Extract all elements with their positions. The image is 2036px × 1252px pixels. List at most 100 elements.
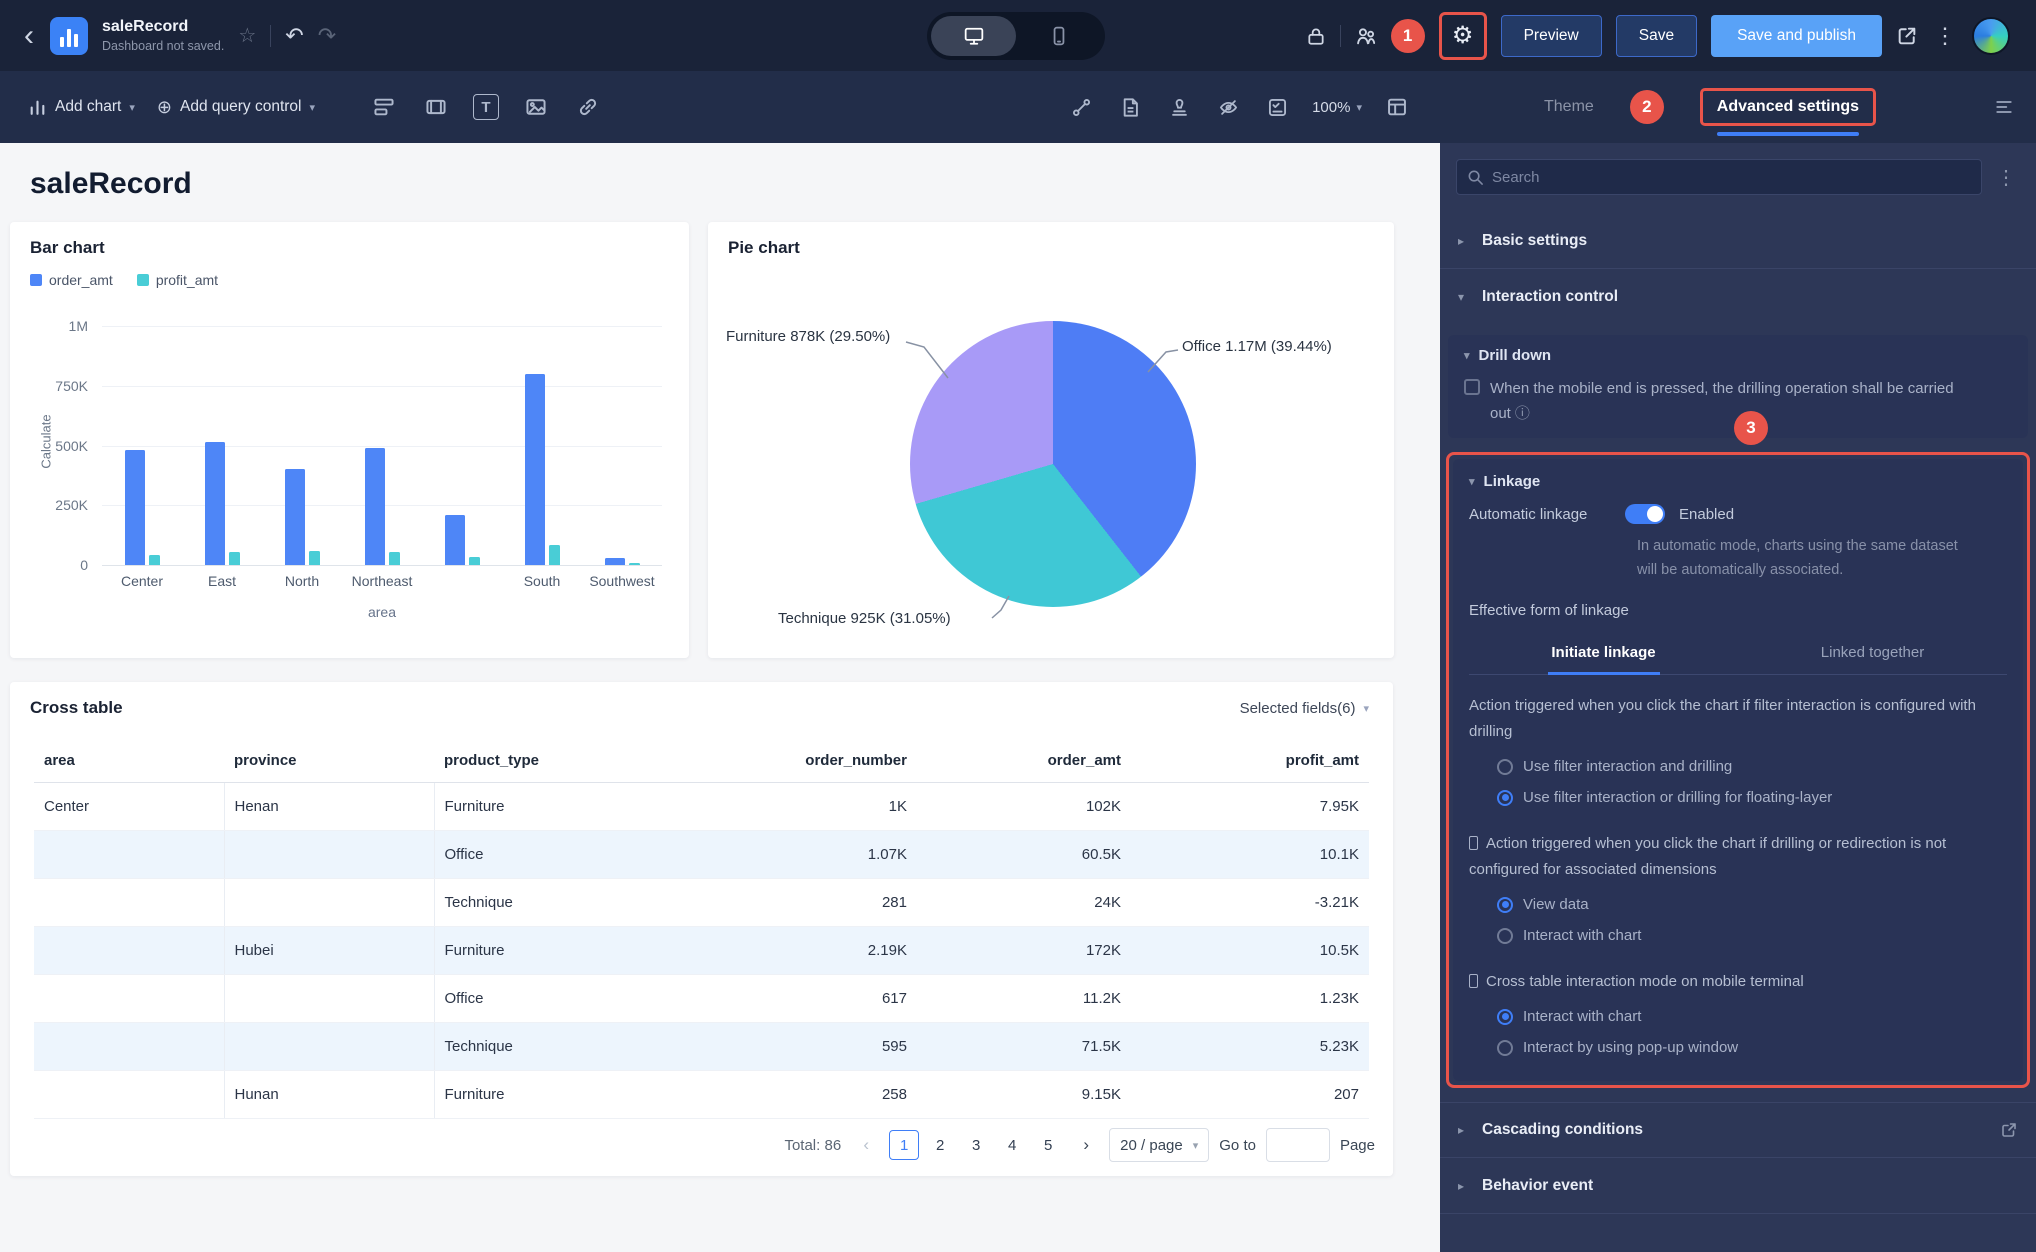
table-cell[interactable]: Technique xyxy=(434,878,644,926)
table-cell[interactable]: Technique xyxy=(434,1022,644,1070)
drill-down-header[interactable]: ▾ Drill down xyxy=(1464,347,2012,364)
link-icon[interactable] xyxy=(573,92,603,122)
drill-mobile-checkbox[interactable] xyxy=(1464,379,1480,395)
bar[interactable] xyxy=(205,442,225,565)
stamp-icon[interactable] xyxy=(1165,93,1194,122)
bar-chart-card[interactable]: Bar chart order_amtprofit_amt Calculate … xyxy=(10,222,689,658)
tab-linked-together[interactable]: Linked together xyxy=(1738,633,2007,674)
relation-icon[interactable] xyxy=(1067,93,1096,122)
table-cell[interactable]: 617 xyxy=(644,974,917,1022)
table-cell[interactable]: 24K xyxy=(917,878,1131,926)
table-cell[interactable] xyxy=(224,1022,434,1070)
section-basic-settings[interactable]: ▸ Basic settings xyxy=(1440,213,2036,269)
checklist-icon[interactable] xyxy=(1263,93,1292,122)
pie-chart-card[interactable]: Pie chart Furniture 878K (29.50%) Office… xyxy=(708,222,1394,658)
back-icon[interactable]: ‹ xyxy=(22,21,36,51)
preview-button[interactable]: Preview xyxy=(1501,15,1602,57)
table-cell[interactable]: Furniture xyxy=(434,1070,644,1118)
table-cell[interactable]: 10.1K xyxy=(1131,830,1369,878)
section-behavior-event[interactable]: ▸ Behavior event xyxy=(1440,1158,2036,1214)
bar[interactable] xyxy=(445,515,465,565)
legend-item[interactable]: order_amt xyxy=(30,272,113,288)
table-cell[interactable]: Office xyxy=(434,974,644,1022)
table-cell[interactable]: 281 xyxy=(644,878,917,926)
bar[interactable] xyxy=(125,450,145,565)
bar[interactable] xyxy=(149,555,160,565)
table-cell[interactable]: 11.2K xyxy=(917,974,1131,1022)
save-button[interactable]: Save xyxy=(1616,15,1697,57)
bar[interactable] xyxy=(309,551,320,565)
bar[interactable] xyxy=(629,563,640,565)
table-cell[interactable]: 9.15K xyxy=(917,1070,1131,1118)
table-cell[interactable]: 102K xyxy=(917,782,1131,830)
save-publish-button[interactable]: Save and publish xyxy=(1711,15,1882,57)
text-icon[interactable]: T xyxy=(473,94,499,120)
page-button[interactable]: 5 xyxy=(1033,1130,1063,1160)
table-cell[interactable]: -3.21K xyxy=(1131,878,1369,926)
bar[interactable] xyxy=(549,545,560,565)
table-cell[interactable]: Center xyxy=(34,782,224,830)
radio-option[interactable]: Interact with chart xyxy=(1469,920,2007,951)
page-button[interactable]: 1 xyxy=(889,1130,919,1160)
table-cell[interactable]: Hubei xyxy=(224,926,434,974)
page-button[interactable]: 3 xyxy=(961,1130,991,1160)
table-cell[interactable]: 595 xyxy=(644,1022,917,1070)
image-icon[interactable] xyxy=(521,92,551,122)
column-header[interactable]: product_type xyxy=(434,740,644,782)
tab-advanced-settings[interactable]: Advanced settings xyxy=(1717,98,1859,115)
selected-fields-dropdown[interactable]: Selected fields(6) ▾ xyxy=(1240,700,1369,717)
table-cell[interactable]: Furniture xyxy=(434,782,644,830)
table-cell[interactable] xyxy=(34,878,224,926)
radio-option[interactable]: Use filter interaction and drilling xyxy=(1469,751,2007,782)
linkage-header[interactable]: ▾ Linkage xyxy=(1469,473,2007,490)
preview-off-icon[interactable] xyxy=(1214,93,1243,122)
radio-option[interactable]: View data xyxy=(1469,889,2007,920)
table-cell[interactable]: Furniture xyxy=(434,926,644,974)
table-cell[interactable]: 172K xyxy=(917,926,1131,974)
column-header[interactable]: province xyxy=(224,740,434,782)
section-cascading-conditions[interactable]: ▸ Cascading conditions xyxy=(1440,1102,2036,1158)
layout-icon[interactable] xyxy=(369,92,399,122)
table-cell[interactable]: 7.95K xyxy=(1131,782,1369,830)
external-link-icon[interactable] xyxy=(2000,1121,2018,1139)
zoom-control[interactable]: 100% ▾ xyxy=(1312,99,1362,116)
tab-initiate-linkage[interactable]: Initiate linkage xyxy=(1469,633,1738,674)
page-button[interactable]: 2 xyxy=(925,1130,955,1160)
undo-icon[interactable]: ↶ xyxy=(285,23,303,49)
collaboration-icon[interactable] xyxy=(1355,25,1377,47)
table-cell[interactable]: Hunan xyxy=(224,1070,434,1118)
page-size-select[interactable]: 20 / page ▾ xyxy=(1109,1128,1209,1162)
table-cell[interactable]: 2.19K xyxy=(644,926,917,974)
pane-icon[interactable] xyxy=(1382,92,1412,122)
add-chart-button[interactable]: Add chart ▾ xyxy=(28,98,135,117)
table-cell[interactable]: 207 xyxy=(1131,1070,1369,1118)
table-cell[interactable] xyxy=(34,926,224,974)
favorite-icon[interactable]: ☆ xyxy=(238,23,256,48)
pie-chart[interactable] xyxy=(910,321,1196,607)
bar[interactable] xyxy=(285,469,305,565)
panel-list-icon[interactable] xyxy=(1990,97,2018,117)
document-icon[interactable] xyxy=(1116,93,1145,122)
radio-option[interactable]: Interact with chart xyxy=(1469,1001,2007,1032)
add-query-control-button[interactable]: ⊕ Add query control ▾ xyxy=(157,97,315,118)
carousel-icon[interactable] xyxy=(421,92,451,122)
table-cell[interactable]: 258 xyxy=(644,1070,917,1118)
search-more-icon[interactable]: ⋮ xyxy=(1992,165,2020,190)
bar[interactable] xyxy=(605,558,625,565)
bar[interactable] xyxy=(469,557,480,565)
mobile-view-toggle[interactable] xyxy=(1016,16,1101,56)
legend-item[interactable]: profit_amt xyxy=(137,272,218,288)
automatic-linkage-toggle[interactable] xyxy=(1625,504,1665,524)
table-cell[interactable] xyxy=(34,1070,224,1118)
avatar[interactable] xyxy=(1972,17,2010,55)
table-cell[interactable]: 60.5K xyxy=(917,830,1131,878)
table-cell[interactable]: 1K xyxy=(644,782,917,830)
desktop-view-toggle[interactable] xyxy=(931,16,1016,56)
search-input[interactable] xyxy=(1492,169,1971,186)
table-cell[interactable]: 1.07K xyxy=(644,830,917,878)
tab-theme[interactable]: Theme xyxy=(1544,98,1594,116)
table-cell[interactable] xyxy=(34,1022,224,1070)
table-cell[interactable] xyxy=(224,830,434,878)
table-cell[interactable] xyxy=(224,974,434,1022)
table-cell[interactable]: 5.23K xyxy=(1131,1022,1369,1070)
